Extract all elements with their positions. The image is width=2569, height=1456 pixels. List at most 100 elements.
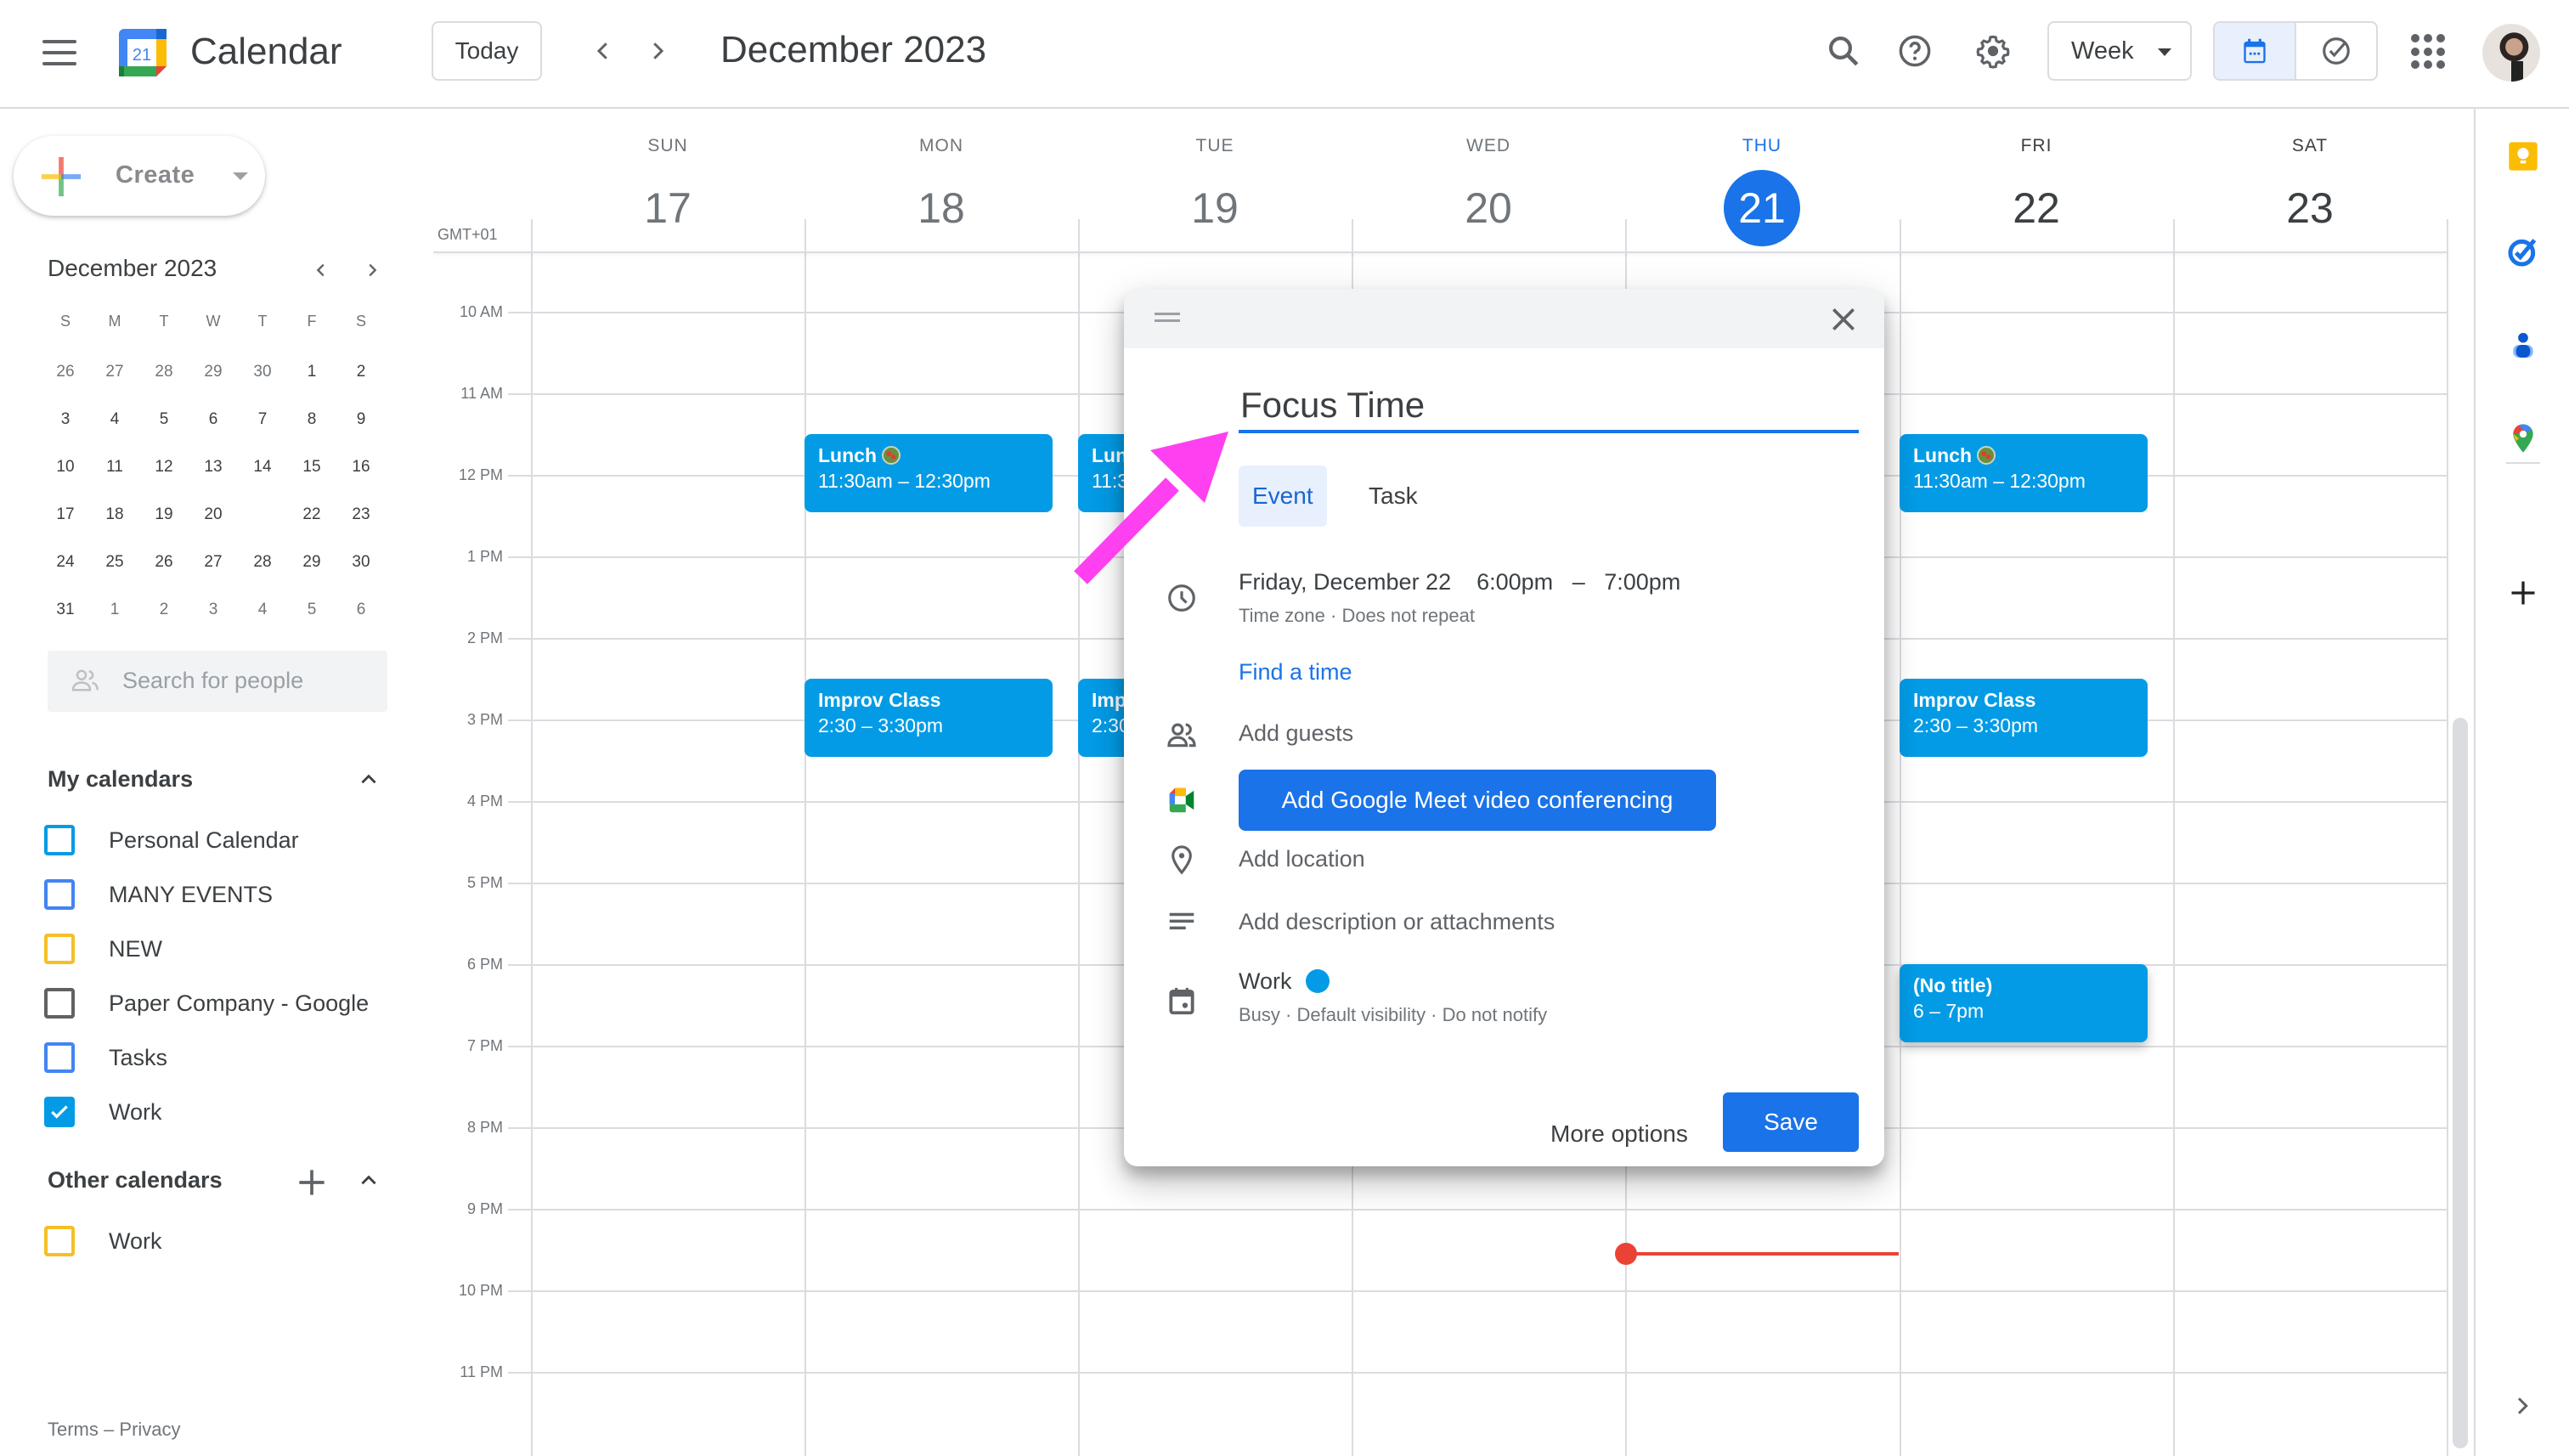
mini-calendar-day[interactable]: 19 <box>139 496 189 533</box>
mini-calendar-day[interactable]: 27 <box>189 544 238 581</box>
mini-calendar-day[interactable]: 24 <box>41 544 90 581</box>
settings-button[interactable] <box>1973 31 2013 71</box>
mini-calendar-day[interactable]: 20 <box>189 496 238 533</box>
mini-calendar-day[interactable]: 28 <box>238 544 287 581</box>
calendar-list-item[interactable]: Tasks <box>44 1036 167 1079</box>
calendar-checkbox[interactable] <box>44 825 75 855</box>
add-description-field[interactable]: Add description or attachments <box>1239 909 1555 935</box>
calendar-checkbox[interactable] <box>44 934 75 964</box>
add-google-meet-button[interactable]: Add Google Meet video conferencing <box>1239 770 1716 831</box>
mini-calendar-day[interactable]: 29 <box>287 544 336 581</box>
mini-calendar-day[interactable]: 28 <box>139 353 189 391</box>
mini-calendar-next-button[interactable] <box>357 255 387 285</box>
next-week-button[interactable] <box>637 31 678 71</box>
mini-calendar-day[interactable]: 2 <box>336 353 386 391</box>
create-button[interactable]: Create <box>14 136 265 216</box>
tasks-view-button[interactable] <box>2296 23 2376 79</box>
calendar-list-item[interactable]: Work <box>44 1220 162 1262</box>
calendar-event[interactable]: Lunch 11:30am – 12:30pm <box>1900 434 2148 512</box>
day-number-button[interactable]: 21 <box>1724 170 1800 246</box>
calendar-checkbox[interactable] <box>44 1042 75 1073</box>
calendar-name[interactable]: Work <box>1239 968 1292 994</box>
search-button[interactable] <box>1823 31 1864 71</box>
day-number-button[interactable]: 22 <box>1998 170 2075 246</box>
other-calendars-collapse-button[interactable] <box>352 1164 386 1198</box>
mini-calendar-prev-button[interactable] <box>306 255 336 285</box>
add-guests-field[interactable]: Add guests <box>1239 720 1353 747</box>
mini-calendar-day[interactable]: 26 <box>139 544 189 581</box>
calendar-event[interactable]: Improv Class 2:30 – 3:30pm <box>1900 679 2148 757</box>
calendar-list-item[interactable]: Paper Company - Google <box>44 982 369 1024</box>
mini-calendar-day[interactable]: 30 <box>238 353 287 391</box>
calendar-list-item[interactable]: Personal Calendar <box>44 819 299 861</box>
add-location-field[interactable]: Add location <box>1239 846 1365 872</box>
tab-event[interactable]: Event <box>1239 466 1327 527</box>
calendar-event[interactable]: Lunch 11:30am – 12:30pm <box>805 434 1053 512</box>
mini-calendar-day[interactable]: 27 <box>90 353 139 391</box>
tab-task[interactable]: Task <box>1355 466 1431 527</box>
day-number-button[interactable]: 18 <box>903 170 980 246</box>
mini-calendar-day[interactable]: 8 <box>287 401 336 438</box>
event-title-input[interactable] <box>1239 381 1859 433</box>
mini-calendar-day[interactable]: 3 <box>41 401 90 438</box>
event-datetime[interactable]: Friday, December 22 6:00pm – 7:00pm <box>1239 569 1680 595</box>
mini-calendar-day[interactable]: 13 <box>189 449 238 486</box>
mini-calendar-day[interactable]: 18 <box>90 496 139 533</box>
mini-calendar-day[interactable]: 26 <box>41 353 90 391</box>
view-select-dropdown[interactable]: Week <box>2047 21 2192 81</box>
mini-calendar-day[interactable]: 12 <box>139 449 189 486</box>
mini-calendar-day[interactable]: 23 <box>336 496 386 533</box>
mini-calendar-day[interactable]: 30 <box>336 544 386 581</box>
avatar[interactable] <box>2482 24 2540 82</box>
mini-calendar-day[interactable]: 9 <box>336 401 386 438</box>
expand-side-panel-icon[interactable] <box>2510 1393 2536 1419</box>
mini-calendar-day[interactable]: 25 <box>90 544 139 581</box>
mini-calendar-day[interactable]: 4 <box>90 401 139 438</box>
calendar-checkbox[interactable] <box>44 988 75 1019</box>
calendar-availability-info[interactable]: Busy · Default visibility · Do not notif… <box>1239 1004 1547 1026</box>
close-icon[interactable] <box>1827 302 1860 336</box>
timezone-repeat-info[interactable]: Time zone · Does not repeat <box>1239 605 1475 627</box>
my-calendars-collapse-button[interactable] <box>352 763 386 797</box>
day-number-button[interactable]: 17 <box>630 170 706 246</box>
mini-calendar-day[interactable]: 31 <box>41 591 90 629</box>
mini-calendar-day[interactable]: 2 <box>139 591 189 629</box>
calendar-checkbox[interactable] <box>44 879 75 910</box>
tasks-button[interactable] <box>2506 234 2540 268</box>
mini-calendar-day[interactable]: 7 <box>238 401 287 438</box>
save-button[interactable]: Save <box>1723 1092 1859 1152</box>
hamburger-menu-icon[interactable] <box>42 40 76 65</box>
keep-button[interactable] <box>2506 139 2540 173</box>
help-button[interactable] <box>1894 31 1935 71</box>
calendar-event[interactable]: Improv Class 2:30 – 3:30pm <box>805 679 1053 757</box>
mini-calendar-day[interactable]: 6 <box>189 401 238 438</box>
mini-calendar-day[interactable]: 3 <box>189 591 238 629</box>
mini-calendar-day[interactable]: 4 <box>238 591 287 629</box>
calendar-selector[interactable]: Work <box>1239 968 1330 995</box>
calendar-color-dot[interactable] <box>1305 969 1330 993</box>
calendar-list-item[interactable]: MANY EVENTS <box>44 873 273 916</box>
day-number-button[interactable]: 23 <box>2272 170 2348 246</box>
mini-calendar-day[interactable]: 5 <box>287 591 336 629</box>
event-end-time[interactable]: 7:00pm <box>1604 569 1680 595</box>
apps-grid-icon[interactable] <box>2411 34 2447 70</box>
mini-calendar-day[interactable]: 1 <box>287 353 336 391</box>
event-date[interactable]: Friday, December 22 <box>1239 569 1451 595</box>
drag-handle-icon[interactable] <box>1155 313 1180 324</box>
mini-calendar-day[interactable]: 29 <box>189 353 238 391</box>
mini-calendar-day[interactable]: 22 <box>287 496 336 533</box>
get-addons-button[interactable] <box>2506 576 2540 610</box>
calendar-view-button[interactable] <box>2215 23 2296 79</box>
maps-button[interactable] <box>2506 421 2540 455</box>
calendar-checkbox[interactable] <box>44 1097 75 1127</box>
day-number-button[interactable]: 19 <box>1177 170 1253 246</box>
mini-calendar-day[interactable]: 1 <box>90 591 139 629</box>
mini-calendar-today[interactable]: 21 <box>238 496 287 533</box>
event-start-time[interactable]: 6:00pm <box>1476 569 1553 595</box>
previous-week-button[interactable] <box>583 31 624 71</box>
terms-link[interactable]: Terms <box>48 1419 99 1440</box>
privacy-link[interactable]: Privacy <box>119 1419 180 1440</box>
day-number-button[interactable]: 20 <box>1450 170 1527 246</box>
mini-calendar-day[interactable]: 6 <box>336 591 386 629</box>
mini-calendar-day[interactable]: 11 <box>90 449 139 486</box>
